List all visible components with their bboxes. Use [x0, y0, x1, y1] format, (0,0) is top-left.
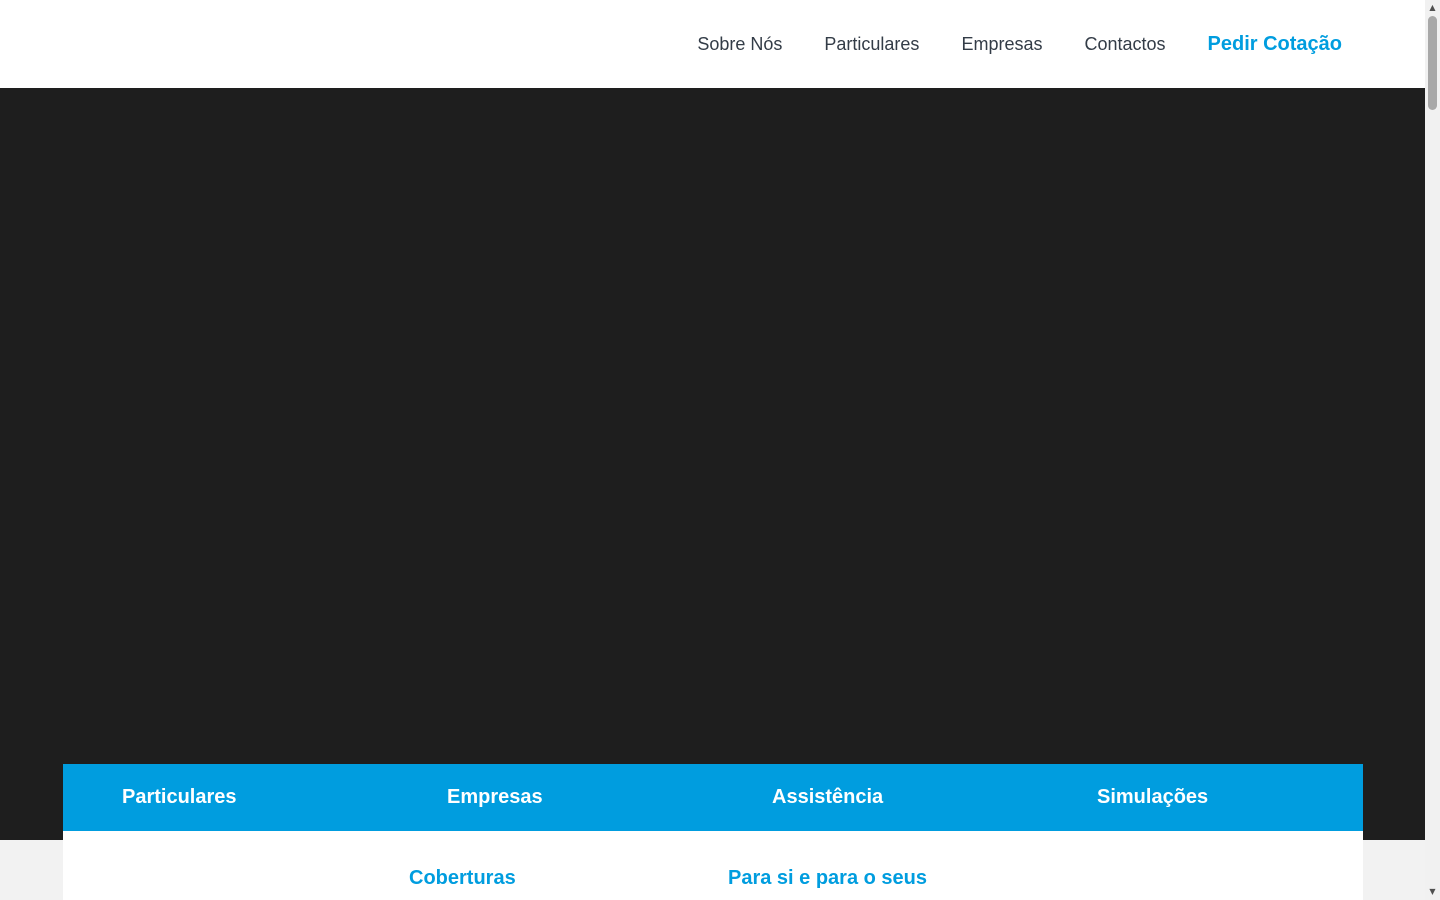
category-tabs: Particulares Empresas Assistência Simula…	[63, 764, 1363, 831]
nav-empresas[interactable]: Empresas	[961, 34, 1042, 55]
tab-empresas[interactable]: Empresas	[388, 764, 713, 831]
coberturas-link[interactable]: Coberturas	[409, 867, 516, 890]
nav-particulares[interactable]: Particulares	[824, 34, 919, 55]
logo[interactable]	[60, 14, 320, 74]
para-si-link[interactable]: Para si e para o seus	[728, 867, 927, 890]
nav-sobre-nos[interactable]: Sobre Nós	[697, 34, 782, 55]
tab-particulares[interactable]: Particulares	[63, 764, 388, 831]
site-header: Sobre Nós Particulares Empresas Contacto…	[0, 0, 1425, 88]
tab-simulacoes[interactable]: Simulações	[1038, 764, 1363, 831]
category-panel: Coberturas Para si e para o seus	[63, 831, 1363, 900]
pedir-cotacao-button[interactable]: Pedir Cotação	[1208, 33, 1342, 56]
hero-banner	[0, 88, 1425, 840]
scrollbar-thumb[interactable]	[1428, 16, 1437, 110]
tab-assistencia[interactable]: Assistência	[713, 764, 1038, 831]
nav-contactos[interactable]: Contactos	[1084, 34, 1165, 55]
page-scrollbar[interactable]: ▲ ▼	[1425, 0, 1440, 900]
scroll-up-icon[interactable]: ▲	[1425, 1, 1440, 15]
scroll-down-icon[interactable]: ▼	[1425, 885, 1440, 899]
page: Sobre Nós Particulares Empresas Contacto…	[0, 0, 1440, 900]
main-nav: Sobre Nós Particulares Empresas Contacto…	[697, 0, 1342, 88]
